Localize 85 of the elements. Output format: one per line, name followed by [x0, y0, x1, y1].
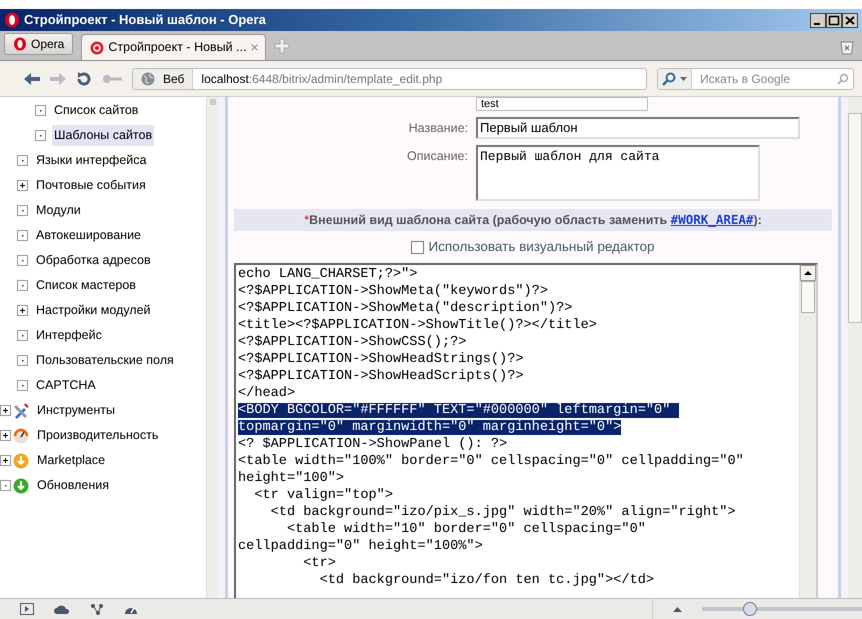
- tree-item[interactable]: Список мастеров: [34, 275, 138, 296]
- expand-icon[interactable]: [17, 180, 28, 191]
- scroll-up-icon: [800, 265, 816, 281]
- tree-item[interactable]: CAPTCHA: [34, 375, 98, 396]
- checkbox-label: Использовать визуальный редактор: [428, 238, 655, 256]
- zoom-slider[interactable]: [702, 602, 862, 616]
- tree-item[interactable]: Список сайтов: [52, 100, 140, 121]
- globe-icon: [141, 72, 155, 86]
- slider-thumb[interactable]: [742, 602, 757, 616]
- field-label: Название:: [408, 120, 468, 137]
- sidebar-scrollbar[interactable]: [206, 97, 218, 598]
- checkbox[interactable]: [411, 240, 424, 254]
- code-scrollbar[interactable]: [799, 265, 816, 598]
- search-icon: [837, 72, 849, 84]
- download-circle-icon: [13, 478, 29, 494]
- tree-item[interactable]: Интерфейс: [34, 325, 104, 346]
- url-text: localhost:6448/bitrix/admin/template_edit.php: [200, 70, 444, 88]
- tree-item[interactable]: Обработка адресов: [34, 250, 153, 271]
- page-scrollbar[interactable]: [848, 97, 862, 598]
- gauge-icon: [13, 428, 29, 444]
- badge-label: Веб: [163, 70, 184, 88]
- code-editor[interactable]: [234, 263, 818, 598]
- code-line: <?$APPLICATION->ShowHeadScripts()?>: [238, 369, 524, 384]
- code-line: <td background="izo/fon ten tc.jpg"></td>: [318, 573, 654, 588]
- tools-icon: [13, 402, 29, 418]
- trash-icon[interactable]: [840, 39, 854, 55]
- tree-item[interactable]: Автокеширование: [34, 225, 144, 246]
- browser-tab[interactable]: Стройпроект - Новый ... ×: [81, 34, 266, 60]
- expand-icon[interactable]: [0, 430, 11, 441]
- expand-icon[interactable]: [17, 305, 28, 316]
- code-line: echo LANG_CHARSET;?>">: [238, 267, 418, 282]
- tree-item[interactable]: Marketplace: [35, 450, 108, 471]
- tree-item[interactable]: Пользовательские поля: [34, 350, 176, 371]
- section-heading: *Внешний вид шаблона сайта (рабочую область заменить #WORK_AREA#):: [304, 210, 762, 229]
- tree-item[interactable]: Шаблоны сайтов: [52, 125, 154, 146]
- back-icon[interactable]: [24, 72, 40, 86]
- tree-item[interactable]: Модули: [34, 200, 83, 221]
- close-icon[interactable]: [842, 12, 858, 28]
- caret-icon: [680, 76, 687, 80]
- tree-item[interactable]: Языки интерфейса: [34, 150, 148, 171]
- opera-menu-button[interactable]: Opera: [4, 33, 74, 55]
- code-line: <?$APPLICATION->ShowMeta("keywords")?>: [238, 284, 548, 299]
- opera-logo-icon: [13, 37, 27, 51]
- tree-item[interactable]: Почтовые события: [34, 175, 148, 196]
- cloud-icon[interactable]: [54, 604, 70, 614]
- description-field[interactable]: Первый шаблон для сайта: [476, 145, 760, 201]
- code-line: <?$APPLICATION->ShowCSS();?>: [238, 335, 466, 350]
- code-line: <td background="izo/pix_s.jpg" width="20%" align="right">: [270, 505, 736, 520]
- text-field[interactable]: test: [476, 97, 648, 111]
- address-field[interactable]: Веб localhost:6448/bitrix/admin/template_edit.php: [132, 68, 647, 90]
- search-input[interactable]: Искать в Google: [692, 70, 833, 88]
- code-line: <tr valign="top">: [253, 488, 393, 503]
- zoom-menu-icon[interactable]: [673, 606, 682, 612]
- maximize-icon[interactable]: [826, 12, 842, 28]
- tree-item[interactable]: Производительность: [35, 425, 160, 446]
- code-line: <tr>: [302, 556, 336, 571]
- scroll-thumb[interactable]: [801, 281, 815, 313]
- code-line: cellpadding="0" height="100%">: [238, 539, 483, 554]
- code-line: <? $APPLICATION->ShowPanel (): ?>: [238, 437, 508, 452]
- opera-logo-icon: [4, 12, 20, 28]
- code-line: <?$APPLICATION->ShowMeta("description")?>: [238, 301, 572, 316]
- code-line: height="100">: [238, 471, 344, 486]
- reload-icon[interactable]: [76, 70, 92, 86]
- panel-icon[interactable]: [20, 603, 34, 615]
- expand-icon[interactable]: [0, 405, 11, 416]
- site-logo-icon: [90, 40, 104, 54]
- tree-item[interactable]: Инструменты: [35, 400, 117, 421]
- tree-item[interactable]: Настройки модулей: [34, 300, 153, 321]
- tree-item[interactable]: Обновления: [35, 475, 111, 496]
- work-area-link[interactable]: #WORK_AREA#: [670, 212, 754, 227]
- code-line: </head>: [238, 386, 296, 401]
- download-circle-icon: [13, 452, 29, 468]
- network-icon[interactable]: [90, 603, 104, 615]
- code-line: <title><?$APPLICATION->ShowTitle()?></title>: [238, 318, 597, 333]
- security-badge[interactable]: Веб: [133, 68, 194, 88]
- minimize-icon[interactable]: [810, 12, 826, 28]
- search-icon: [662, 72, 676, 86]
- window-title: Стройпроект - Новый шаблон - Opera: [24, 11, 267, 30]
- field-label: Описание:: [406, 148, 468, 165]
- name-field[interactable]: Первый шаблон: [476, 117, 800, 139]
- code-line: <table width="100%" border="0" cellspacing="0" cellpadding="0": [238, 454, 744, 469]
- expand-icon[interactable]: [0, 455, 11, 466]
- code-line: <?$APPLICATION->ShowHeadStrings()?>: [238, 352, 524, 367]
- search-field[interactable]: Искать в Google: [657, 68, 854, 90]
- code-line: <table width="10" border="0" cellspacing="0": [286, 522, 646, 537]
